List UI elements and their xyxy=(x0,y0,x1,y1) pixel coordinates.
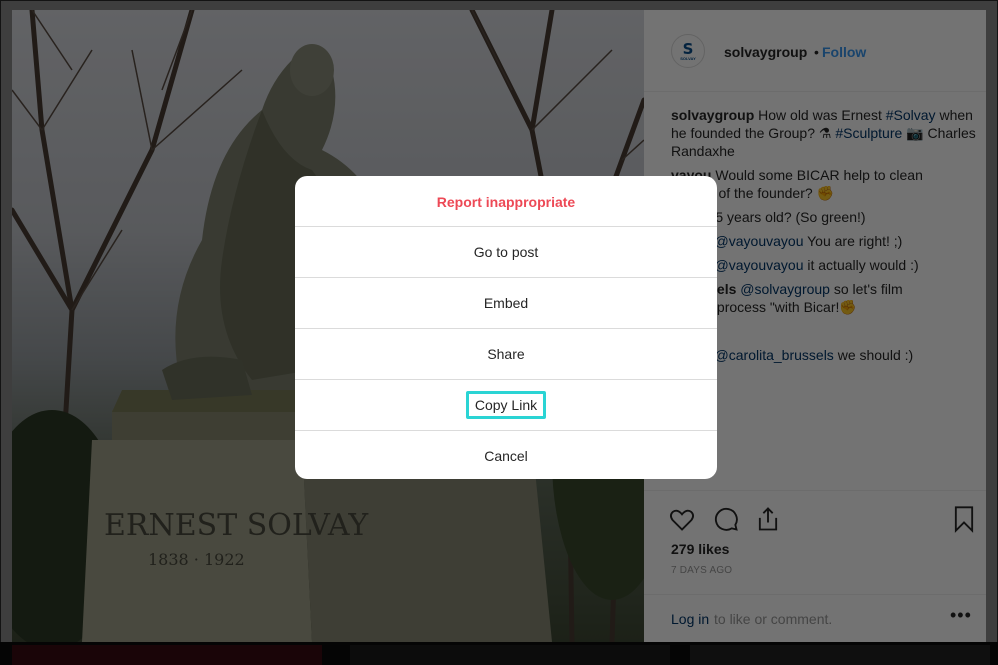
login-prompt: Log in to like or comment. ••• xyxy=(644,594,986,642)
header-username-link[interactable]: solvaygroup xyxy=(724,44,807,60)
cancel-button[interactable]: Cancel xyxy=(295,430,717,479)
header-separator: • xyxy=(814,44,819,60)
likes-count[interactable]: 279 likes xyxy=(671,541,729,557)
login-link[interactable]: Log in xyxy=(671,611,709,627)
post-header: S SOLVAY solvaygroup • Follow xyxy=(644,10,986,92)
login-prompt-text: to like or comment. xyxy=(714,611,833,627)
go-to-post-button[interactable]: Go to post xyxy=(295,226,717,277)
share-button[interactable]: Share xyxy=(295,328,717,379)
bookmark-icon[interactable] xyxy=(950,505,978,533)
embed-label: Embed xyxy=(483,295,529,311)
mention-link[interactable]: @solvaygroup xyxy=(740,281,830,297)
report-label: Report inappropriate xyxy=(436,193,576,210)
like-heart-icon[interactable] xyxy=(668,505,696,533)
statue-years-text: 1838 · 1922 xyxy=(148,550,245,569)
share-label: Share xyxy=(487,346,525,362)
avatar[interactable]: S SOLVAY xyxy=(671,34,705,68)
hashtag-link[interactable]: #Sculpture xyxy=(835,125,902,141)
avatar-logo-word: SOLVAY xyxy=(680,55,696,61)
statue-name-text: ERNEST SOLVAY xyxy=(104,508,369,543)
comment-text: 25 years old? (So green!) xyxy=(703,209,866,225)
more-options-icon[interactable]: ••• xyxy=(950,605,972,626)
comment-username[interactable]: solvaygroup xyxy=(671,107,754,123)
comment-text: it actually would :) xyxy=(803,257,919,273)
post-options-dialog: Report inappropriate Go to post Embed Sh… xyxy=(295,176,717,479)
mention-link[interactable]: @vayouvayou xyxy=(715,233,804,249)
comment-text: How old was Ernest xyxy=(754,107,886,123)
cancel-label: Cancel xyxy=(484,448,528,464)
share-icon[interactable] xyxy=(754,505,782,533)
copy-link-label: Copy Link xyxy=(465,391,547,419)
mention-link[interactable]: @carolita_brussels xyxy=(715,347,834,363)
comment-text: Would some BICAR help to clean xyxy=(711,167,923,183)
next-post-thumbnail[interactable] xyxy=(690,645,990,665)
report-inappropriate-button[interactable]: Report inappropriate xyxy=(295,176,717,227)
comment-text: we should :) xyxy=(833,347,914,363)
next-post-thumbnail[interactable] xyxy=(350,645,670,665)
caption: solvaygroup How old was Ernest #Solvay w… xyxy=(671,106,976,160)
comment-bubble-icon[interactable] xyxy=(712,505,740,533)
hashtag-link[interactable]: #Solvay xyxy=(886,107,936,123)
comment-text: You are right! ;) xyxy=(803,233,903,249)
post-actions: 279 likes 7 DAYS AGO xyxy=(644,490,986,590)
go-to-post-label: Go to post xyxy=(473,244,539,260)
follow-button[interactable]: Follow xyxy=(822,44,866,60)
avatar-logo-letter: S xyxy=(682,39,694,58)
mention-link[interactable]: @vayouvayou xyxy=(715,257,804,273)
next-post-thumbnail[interactable] xyxy=(12,645,322,665)
post-timestamp: 7 DAYS AGO xyxy=(671,565,733,576)
copy-link-button[interactable]: Copy Link xyxy=(295,379,717,430)
comment-text: so let's film xyxy=(829,281,903,297)
embed-button[interactable]: Embed xyxy=(295,277,717,328)
